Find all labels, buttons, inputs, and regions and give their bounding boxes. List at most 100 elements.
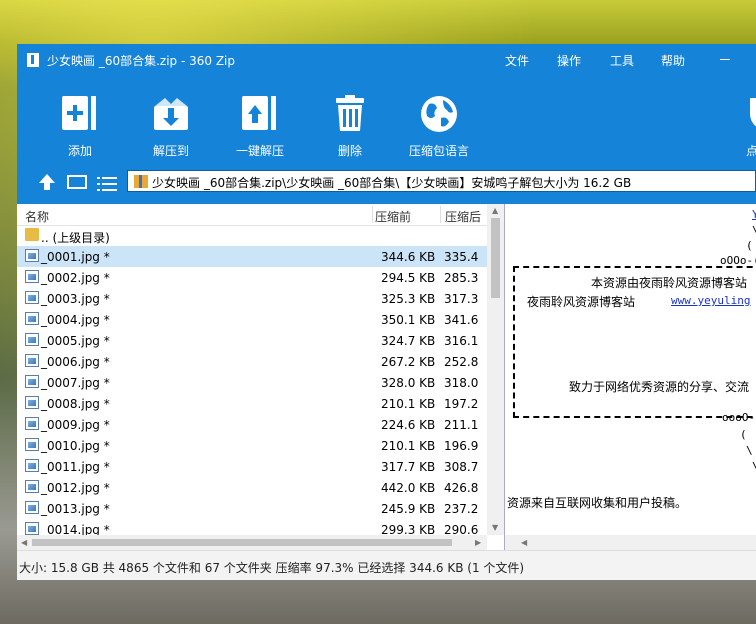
extract-to-icon xyxy=(154,98,188,130)
file-size: 325.3 KB xyxy=(381,292,436,306)
file-size: 324.7 KB xyxy=(381,334,436,348)
list-view-icon[interactable] xyxy=(97,174,117,194)
column-after-header[interactable]: 压缩后 xyxy=(445,208,481,225)
file-packed-size: 197.2 xyxy=(444,397,479,411)
file-row[interactable]: _0010.jpg * 210.1 KB 196.9 xyxy=(17,435,487,456)
file-row[interactable]: _0011.jpg * 317.7 KB 308.7 xyxy=(17,456,487,477)
folder-icon xyxy=(25,228,39,241)
file-name: _0002.jpg * xyxy=(41,271,110,285)
file-packed-size: 317.3 xyxy=(444,292,479,306)
one-click-extract-label: 一键解压 xyxy=(235,144,284,158)
image-file-icon xyxy=(25,417,39,430)
path-text: 少女映画 _60部合集.zip\少女映画 _60部合集\【少女映画】安城鸣子解包… xyxy=(152,176,632,190)
comment-line: \ xyxy=(746,444,753,457)
file-row[interactable]: _0007.jpg * 328.0 KB 318.0 xyxy=(17,372,487,393)
menu-tools[interactable]: 工具 xyxy=(610,52,634,69)
parent-directory-row[interactable]: .. (上级目录) xyxy=(17,225,487,246)
image-file-icon xyxy=(25,438,39,451)
file-size: 317.7 KB xyxy=(381,460,436,474)
menu-operation[interactable]: 操作 xyxy=(557,52,581,69)
file-row[interactable]: _0005.jpg * 324.7 KB 316.1 xyxy=(17,330,487,351)
file-row[interactable]: _0014.jpg * 299.3 KB 290.6 xyxy=(17,519,487,535)
image-file-icon xyxy=(25,249,39,262)
file-list-pane: 名称 压缩前 压缩后 .. (上级目录) _0001.jpg * 344.6 KB… xyxy=(17,204,505,550)
file-packed-size: 318.0 xyxy=(444,376,479,390)
comment-horizontal-scrollbar[interactable]: ◀ xyxy=(505,535,756,550)
menu-help[interactable]: 帮助 xyxy=(661,52,685,69)
file-packed-size: 316.1 xyxy=(444,334,479,348)
file-row[interactable]: _0013.jpg * 245.9 KB 237.2 xyxy=(17,498,487,519)
minimize-icon[interactable] xyxy=(720,59,730,60)
zip-file-icon xyxy=(134,175,148,188)
file-row[interactable]: _0006.jpg * 267.2 KB 252.8 xyxy=(17,351,487,372)
image-file-icon xyxy=(25,459,39,472)
image-file-icon xyxy=(25,333,39,346)
file-row[interactable]: _0002.jpg * 294.5 KB 285.3 xyxy=(17,267,487,288)
file-packed-size: 335.4 xyxy=(444,250,479,264)
file-name: _0008.jpg * xyxy=(41,397,110,411)
extract-to-label: 解压到 xyxy=(152,144,189,158)
file-row[interactable]: _0008.jpg * 210.1 KB 197.2 xyxy=(17,393,487,414)
up-arrow-icon[interactable] xyxy=(37,172,57,192)
file-packed-size: 341.6 xyxy=(444,313,479,327)
file-row[interactable]: _0004.jpg * 350.1 KB 341.6 xyxy=(17,309,487,330)
scrollbar-thumb[interactable] xyxy=(32,539,452,546)
list-header: 名称 压缩前 压缩后 xyxy=(17,204,487,226)
scroll-left-icon[interactable]: ◀ xyxy=(521,538,527,547)
one-click-extract-button[interactable]: 一键解压 xyxy=(220,76,300,160)
file-row[interactable]: _0003.jpg * 325.3 KB 317.3 xyxy=(17,288,487,309)
comment-source: 资源来自互联网收集和用户投稿。 xyxy=(507,496,688,510)
column-name-header[interactable]: 名称 xyxy=(25,208,49,225)
add-icon xyxy=(62,96,96,130)
add-button[interactable]: 添加 xyxy=(40,76,120,160)
comment-site-link[interactable]: www.yeyuling xyxy=(671,294,750,307)
image-file-icon xyxy=(25,291,39,304)
comment-site-name: 夜雨聆风资源博客站 xyxy=(527,295,636,309)
delete-icon xyxy=(336,95,364,131)
language-button[interactable]: 压缩包语言 xyxy=(399,76,479,160)
scroll-right-icon[interactable]: ▶ xyxy=(475,538,481,547)
horizontal-scrollbar[interactable]: ◀ ▶ xyxy=(17,535,487,550)
file-row[interactable]: _0012.jpg * 442.0 KB 426.8 xyxy=(17,477,487,498)
file-name: _0003.jpg * xyxy=(41,292,110,306)
file-name: _0012.jpg * xyxy=(41,481,110,495)
scroll-left-icon[interactable]: ◀ xyxy=(21,538,27,547)
file-name: _0011.jpg * xyxy=(41,460,110,474)
status-bar: 大小: 15.8 GB 共 4865 个文件和 67 个文件夹 压缩率 97.3… xyxy=(17,550,756,580)
add-label: 添加 xyxy=(67,144,92,158)
path-input[interactable]: 少女映画 _60部合集.zip\少女映画 _60部合集\【少女映画】安城鸣子解包… xyxy=(127,170,756,192)
vertical-scrollbar[interactable]: ▲ ▼ xyxy=(487,204,504,535)
delete-button[interactable]: 删除 xyxy=(310,76,390,160)
shield-icon xyxy=(750,98,756,127)
comment-slogan: 致力于网络优秀资源的分享、交流 xyxy=(569,380,750,394)
image-file-icon xyxy=(25,312,39,325)
file-row[interactable]: _0009.jpg * 224.6 KB 211.1 xyxy=(17,414,487,435)
image-file-icon xyxy=(25,522,39,535)
file-size: 344.6 KB xyxy=(381,250,436,264)
file-packed-size: 426.8 xyxy=(444,481,479,495)
image-file-icon xyxy=(25,480,39,493)
delete-label: 删除 xyxy=(337,144,362,158)
column-divider[interactable] xyxy=(440,206,441,223)
image-file-icon xyxy=(25,270,39,283)
security-button[interactable]: 点 xyxy=(729,76,756,160)
comment-notice: 本资源由夜雨聆风资源博客站 xyxy=(591,276,748,290)
extract-to-button[interactable]: 解压到 xyxy=(131,76,211,160)
address-bar: 少女映画 _60部合集.zip\少女映画 _60部合集\【少女映画】安城鸣子解包… xyxy=(17,160,756,204)
status-text: 大小: 15.8 GB 共 4865 个文件和 67 个文件夹 压缩率 97.3… xyxy=(19,561,525,575)
scroll-down-icon[interactable]: ▼ xyxy=(492,523,498,532)
file-size: 210.1 KB xyxy=(381,439,436,453)
file-row[interactable]: _0001.jpg * 344.6 KB 335.4 xyxy=(17,246,487,267)
menu-file[interactable]: 文件 xyxy=(505,52,529,69)
comment-line: \ xyxy=(752,460,756,473)
file-name: _0009.jpg * xyxy=(41,418,110,432)
scrollbar-thumb[interactable] xyxy=(491,218,500,298)
column-compressed-header[interactable]: 压缩前 xyxy=(375,208,411,225)
thumbnail-view-icon[interactable] xyxy=(67,175,87,189)
file-name: _0005.jpg * xyxy=(41,334,110,348)
column-divider[interactable] xyxy=(372,206,373,223)
window-title: 少女映画 _60部合集.zip - 360 Zip xyxy=(47,54,235,68)
security-label: 点 xyxy=(746,144,756,158)
scroll-up-icon[interactable]: ▲ xyxy=(492,206,498,215)
file-name: _0010.jpg * xyxy=(41,439,110,453)
